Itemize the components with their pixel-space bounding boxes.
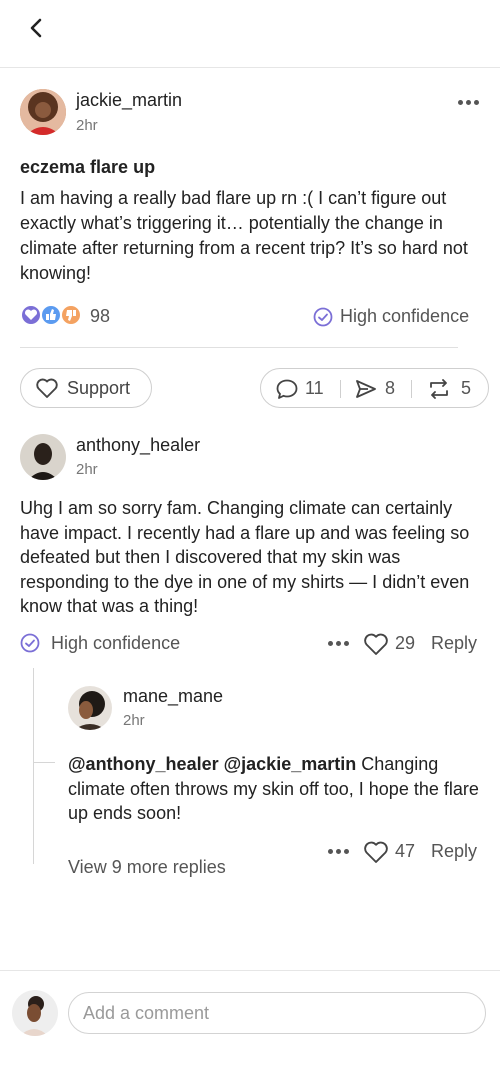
comment-more-button[interactable] <box>328 641 352 646</box>
comment-author-avatar[interactable] <box>20 434 66 480</box>
thread-branch <box>33 762 55 763</box>
current-user-avatar <box>12 990 58 1036</box>
stat-separator <box>411 380 412 398</box>
comments-count: 11 <box>305 378 324 398</box>
sad-reaction-icon <box>60 304 82 326</box>
heart-outline-icon[interactable] <box>363 840 389 864</box>
reply-mention[interactable]: @anthony_healer <box>68 754 219 774</box>
shares-count: 8 <box>385 378 396 398</box>
comment-confidence-label: High confidence <box>51 633 181 653</box>
comment-like-count: 29 <box>395 633 416 653</box>
divider <box>20 347 458 348</box>
heart-reaction-icon <box>20 304 42 326</box>
more-dots-icon <box>458 100 463 105</box>
post-author-avatar[interactable] <box>20 89 66 135</box>
check-circle-icon <box>313 307 333 327</box>
top-bar <box>0 0 500 68</box>
back-button[interactable] <box>22 14 50 42</box>
check-circle-icon <box>20 633 40 653</box>
reply-time: 2hr <box>123 712 145 729</box>
comment-time: 2hr <box>76 461 98 478</box>
reply-author-avatar[interactable] <box>68 686 112 730</box>
support-button[interactable]: Support <box>20 368 152 408</box>
more-dots-icon <box>328 641 333 646</box>
chevron-left-icon <box>30 18 42 38</box>
post-time: 2hr <box>76 117 98 134</box>
comment-icon[interactable] <box>275 378 299 400</box>
reposts-count: 5 <box>461 378 472 398</box>
reply-mention[interactable]: @jackie_martin <box>224 754 357 774</box>
reply-like-count: 47 <box>395 841 416 861</box>
post-more-button[interactable] <box>458 100 482 105</box>
reply-reply-button[interactable]: Reply <box>431 841 477 862</box>
more-dots-icon <box>328 849 333 854</box>
heart-outline-icon[interactable] <box>363 632 389 656</box>
send-icon[interactable] <box>354 378 378 400</box>
heart-outline-icon <box>36 378 58 398</box>
post-body: I am having a really bad flare up rn :( … <box>20 188 468 283</box>
post-stats: 11 8 5 <box>260 368 489 408</box>
comment-body: Uhg I am so sorry fam. Changing climate … <box>20 498 470 616</box>
reaction-count: 98 <box>90 306 111 326</box>
reply-more-button[interactable] <box>328 849 352 854</box>
reply-body: @anthony_healer @jackie_martin Changing … <box>68 752 483 826</box>
repost-icon[interactable] <box>426 378 452 400</box>
comment-reply-button[interactable]: Reply <box>431 633 477 654</box>
support-label: Support <box>67 378 131 398</box>
post-title: eczema flare up <box>20 157 156 177</box>
comment-author-name[interactable]: anthony_healer <box>76 435 200 456</box>
thread-line <box>33 668 34 864</box>
thumbs-up-reaction-icon <box>40 304 62 326</box>
comment-input[interactable] <box>68 992 486 1034</box>
post-author-name[interactable]: jackie_martin <box>76 90 182 111</box>
reply-author-name[interactable]: mane_mane <box>123 686 223 707</box>
post-confidence-label: High confidence <box>340 306 470 326</box>
stat-separator <box>340 380 341 398</box>
view-more-replies-link[interactable]: View 9 more replies <box>68 857 226 878</box>
